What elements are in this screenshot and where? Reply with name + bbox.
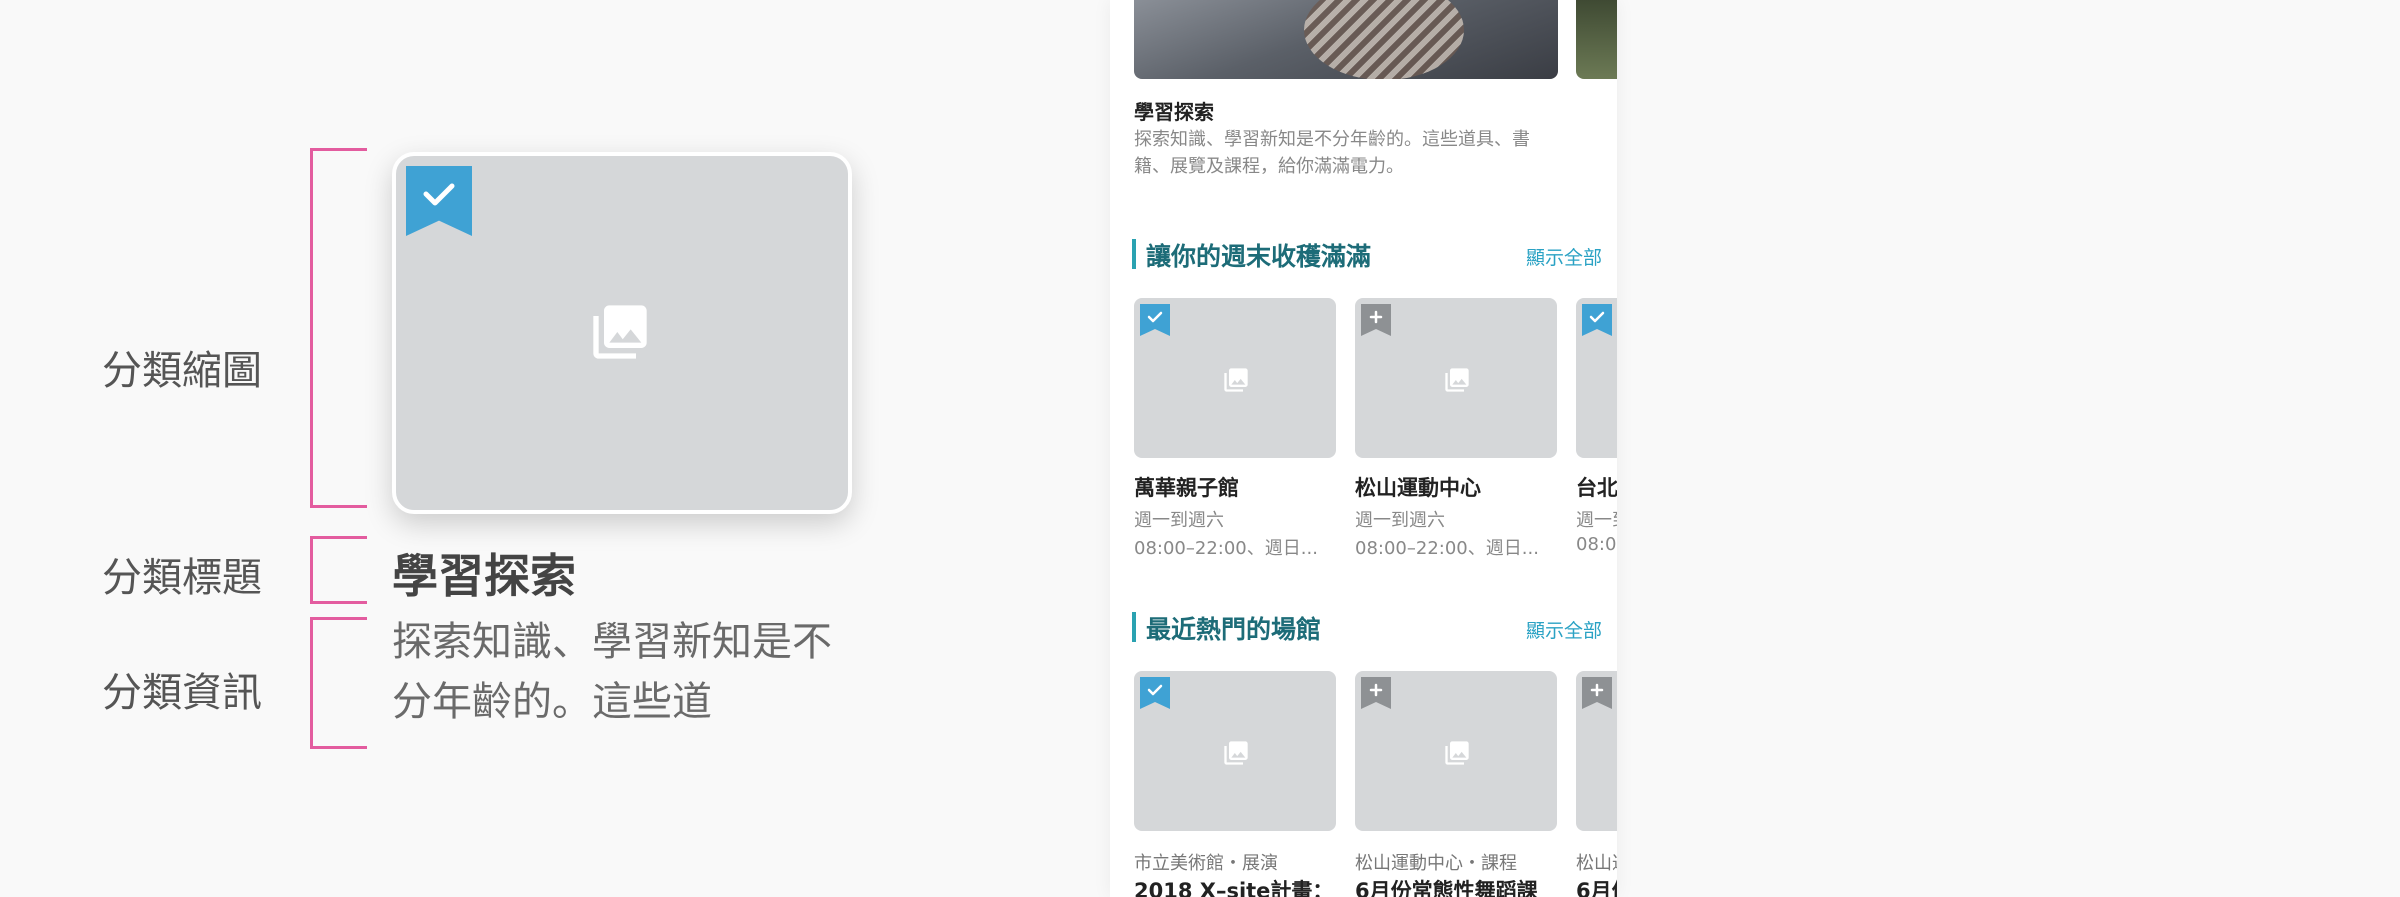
event-title: 6月份 [1576,879,1617,897]
hero-image-next[interactable] [1576,0,1617,79]
section-header: 最近熱門的場館 顯示全部 [1132,610,1602,644]
section-title: 讓你的週末收穫滿滿 [1146,242,1372,271]
photo-library-icon [1224,368,1248,392]
venue-hours: 週一到 [1576,510,1617,531]
section-header: 讓你的週末收穫滿滿 顯示全部 [1132,237,1602,271]
venue-hours: 週一到週六 [1134,510,1224,531]
section-title: 最近熱門的場館 [1146,615,1322,644]
section-accent-bar [1132,239,1136,269]
venue-hours-detail: 08:00 [1576,534,1617,555]
venue-name: 萬華親子館 [1134,476,1239,500]
preview-category-desc: 探索知識、學習新知是不分年齡的。這些道 [392,619,832,725]
venue-hours-detail: 08:00–22:00、週日... [1134,538,1318,559]
check-icon [423,183,455,206]
bookmark-ribbon-icon [406,166,472,236]
preview-category-title: 學習探索 [392,549,576,603]
annotation-thumbnail-label: 分類縮圖 [102,348,262,394]
photo-library-icon [1224,741,1248,765]
photo-library-icon [593,305,647,359]
phone-screen: 學習探索 探索知識、學習新知是不分年齡的。這些道具、書籍、展覽及課程，給你滿滿電… [1110,0,1617,897]
section-accent-bar [1132,612,1136,642]
venue-name: 松山運動中心 [1355,476,1481,500]
hero-image[interactable] [1134,0,1558,79]
photo-library-icon [1445,368,1469,392]
event-venue-category: 松山運動中心・課程 [1355,853,1517,874]
event-venue-category: 松山運 [1576,853,1617,874]
venue-hours-detail: 08:00–22:00、週日... [1355,538,1539,559]
bracket-thumbnail [310,148,367,508]
bracket-info [310,617,367,749]
venue-name: 台北 [1576,476,1617,500]
photo-library-icon [1445,741,1469,765]
hero-title[interactable]: 學習探索 [1134,96,1214,125]
event-venue-category: 市立美術館・展演 [1134,853,1278,874]
category-thumbnail-preview [392,152,852,514]
event-title: 6月份常態性舞蹈課 [1355,879,1538,897]
hero-desc: 探索知識、學習新知是不分年齡的。這些道具、書籍、展覽及課程，給你滿滿電力。 [1134,129,1530,177]
annotation-info-label: 分類資訊 [102,670,262,716]
show-all-link[interactable]: 顯示全部 [1526,243,1602,270]
bracket-title [310,536,367,604]
annotation-title-label: 分類標題 [102,555,262,601]
event-title: 2018 X–site計畫： [1134,879,1334,897]
venue-hours: 週一到週六 [1355,510,1445,531]
show-all-link[interactable]: 顯示全部 [1526,616,1602,643]
